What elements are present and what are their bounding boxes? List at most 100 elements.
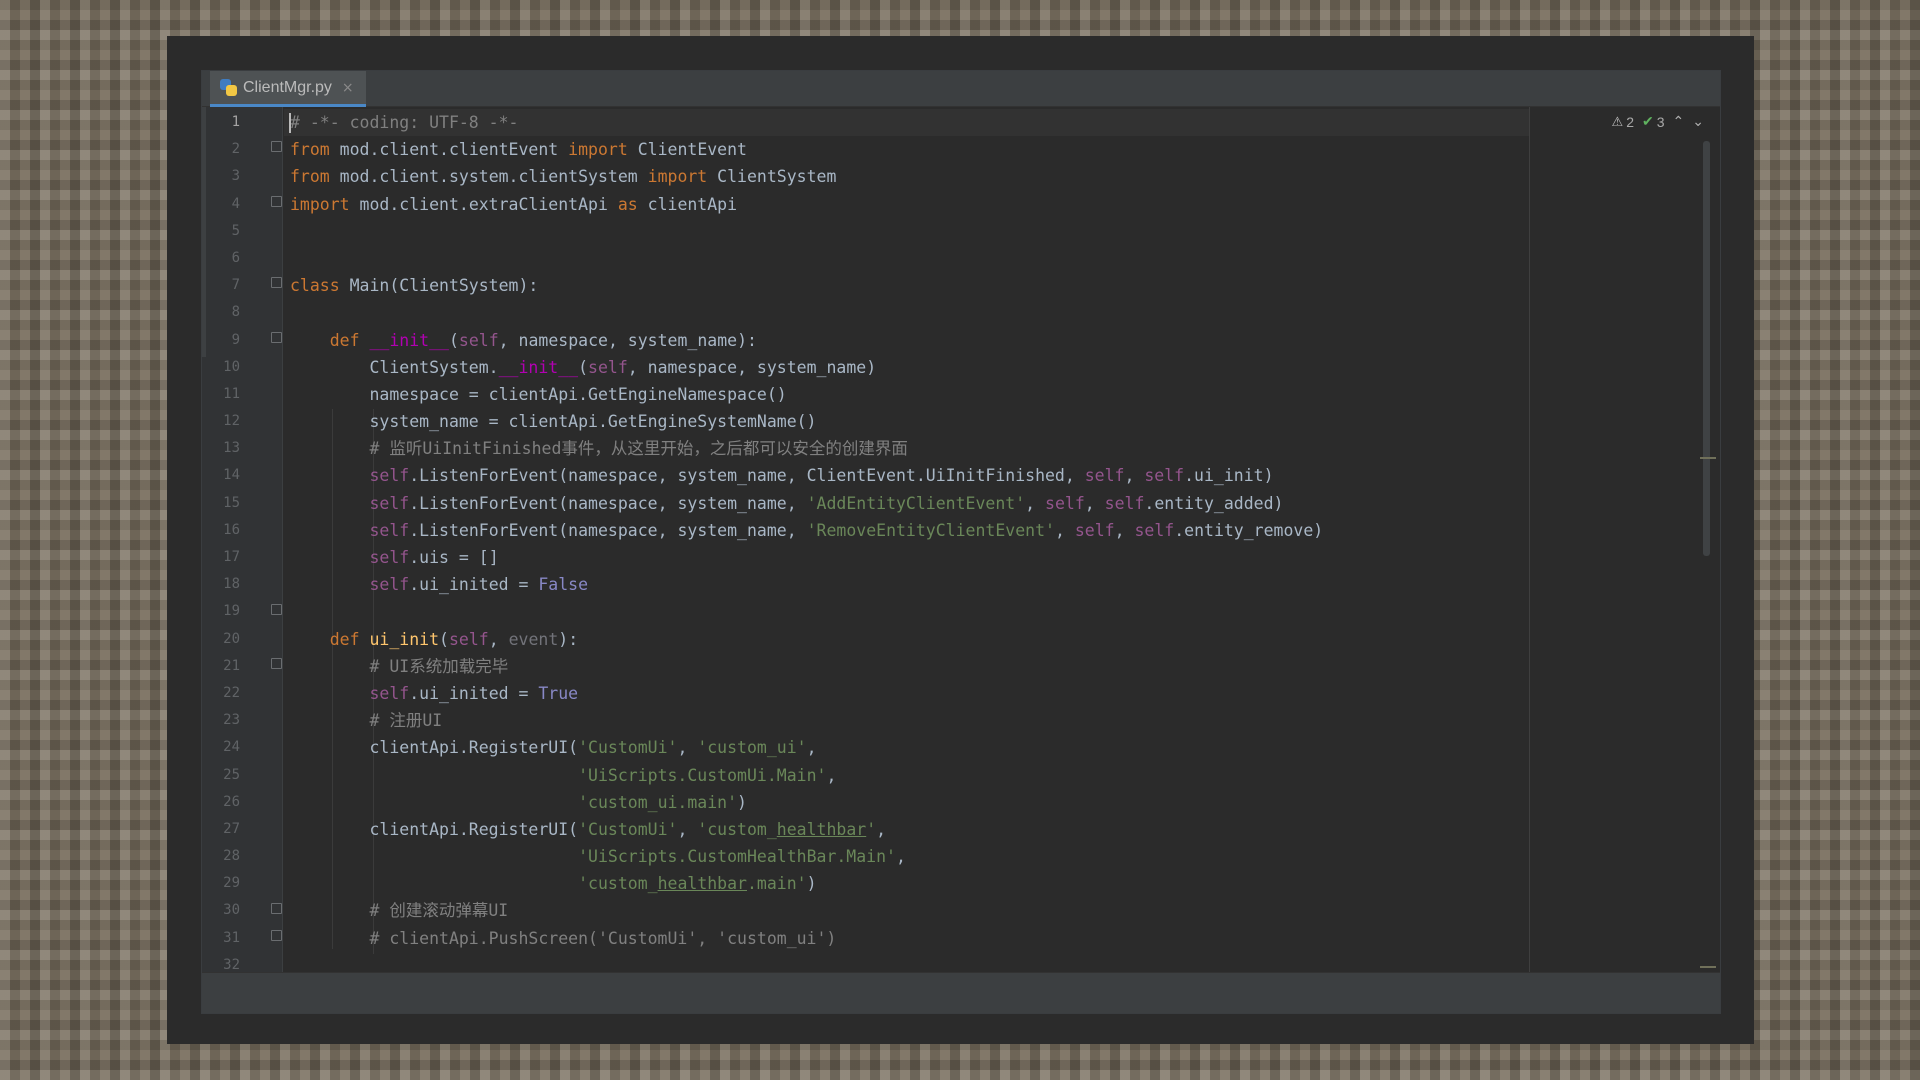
code-token: self [458, 330, 499, 350]
fold-marker-icon[interactable] [271, 930, 282, 941]
warning-icon: ⚠ [1611, 113, 1624, 129]
code-editor[interactable]: 1 2 3 4 5 6 7 8 9 10 11 12 13 14 15 16 17 18 19 20 21 22 23 24 2… [202, 107, 1720, 974]
code-line[interactable] [284, 299, 1720, 326]
chevron-down-icon[interactable]: ⌄ [1692, 113, 1704, 130]
horizontal-scroll-area [202, 972, 1720, 1013]
tab-clientmgr-py[interactable]: ClientMgr.py × [210, 71, 366, 107]
checks-count[interactable]: ✔ 3 [1642, 113, 1665, 130]
code-token: healthbar [657, 874, 747, 894]
text-caret [289, 113, 291, 133]
code-area[interactable]: # -*- coding: UTF-8 -*- from mod.client.c… [284, 109, 1720, 974]
code-token: ( [578, 357, 589, 377]
fold-marker-icon[interactable] [271, 903, 282, 914]
code-line[interactable] [284, 245, 1720, 272]
code-line[interactable]: namespace = clientApi.GetEngineNamespace… [284, 381, 1720, 408]
code-line[interactable]: # -*- coding: UTF-8 -*- [284, 109, 1720, 136]
fold-marker-icon[interactable] [271, 604, 282, 615]
fold-marker-icon[interactable] [271, 658, 282, 669]
code-line[interactable]: # 注册UI [284, 707, 1720, 734]
code-token: , [488, 629, 509, 649]
line-number: 23 [223, 712, 240, 729]
code-token: as [617, 194, 638, 214]
code-line[interactable]: # UI系统加载完毕 [284, 653, 1720, 680]
code-token: import [647, 167, 708, 187]
error-stripe-marker[interactable] [1700, 966, 1716, 968]
line-number-gutter: 1 2 3 4 5 6 7 8 9 10 11 12 13 14 15 16 17 18 19 20 21 22 23 24 2… [202, 107, 283, 973]
code-token: , [806, 738, 817, 758]
code-line[interactable]: from mod.client.clientEvent import Clien… [284, 136, 1720, 163]
line-number: 11 [223, 385, 240, 402]
code-line[interactable]: import mod.client.extraClientApi as clie… [284, 191, 1720, 218]
code-line[interactable]: self.ListenForEvent(namespace, system_na… [284, 517, 1720, 544]
code-line[interactable]: # 创建滚动弹幕UI [284, 897, 1720, 924]
code-line[interactable]: self.ListenForEvent(namespace, system_na… [284, 490, 1720, 517]
right-margin-guide [1529, 107, 1530, 972]
fold-marker-icon[interactable] [271, 277, 282, 288]
code-line[interactable]: # 监听UiInitFinished事件，从这里开始，之后都可以安全的创建界面 [284, 435, 1720, 462]
code-line[interactable]: self.ListenForEvent(namespace, system_na… [284, 462, 1720, 489]
code-line[interactable]: # clientApi.PushScreen('CustomUi', 'cust… [284, 925, 1720, 952]
code-token: self [369, 548, 410, 567]
code-line[interactable]: self.ui_inited = True [284, 680, 1720, 707]
code-line[interactable]: 'custom_healthbar.main') [284, 870, 1720, 897]
code-line[interactable]: def ui_init(self, event): [284, 626, 1720, 653]
close-icon[interactable]: × [342, 80, 354, 96]
code-line[interactable]: 'UiScripts.CustomHealthBar.Main', [284, 843, 1720, 870]
code-token: def [329, 330, 360, 350]
code-line[interactable]: clientApi.RegisterUI('CustomUi', 'custom… [284, 734, 1720, 761]
code-token: 'UiScripts.CustomUi.Main' [578, 765, 827, 785]
inspection-widget[interactable]: ⚠ 2 ✔ 3 ⌃ ⌄ [1612, 113, 1704, 130]
code-token: self [1074, 520, 1115, 540]
line-number: 12 [223, 413, 240, 430]
code-line[interactable]: self.uis = [] [284, 544, 1720, 571]
code-line[interactable]: clientApi.RegisterUI('CustomUi', 'custom… [284, 816, 1720, 843]
tab-filename: ClientMgr.py [243, 78, 332, 96]
code-line[interactable]: class Main(ClientSystem): [284, 272, 1720, 299]
code-token: # 创建滚动弹幕UI [290, 901, 509, 921]
code-line[interactable]: system_name = clientApi.GetEngineSystemN… [284, 408, 1720, 435]
code-token: clientApi.RegisterUI( [290, 738, 579, 758]
code-token: , [1025, 493, 1046, 513]
chevron-up-icon[interactable]: ⌃ [1673, 113, 1685, 130]
code-token: clientApi [637, 194, 738, 214]
code-line[interactable] [284, 598, 1720, 625]
code-token: , [826, 765, 837, 785]
line-number: 28 [223, 848, 240, 865]
code-token: 'AddEntityClientEvent' [806, 493, 1026, 513]
fold-marker-icon[interactable] [271, 332, 282, 343]
code-lines[interactable]: # -*- coding: UTF-8 -*- from mod.client.c… [284, 109, 1720, 979]
code-token: , [1084, 493, 1105, 513]
fold-marker-icon[interactable] [271, 141, 282, 152]
code-token: ( [439, 629, 449, 649]
code-line[interactable]: def __init__(self, namespace, system_nam… [284, 327, 1720, 354]
line-number: 6 [231, 249, 240, 266]
line-number: 5 [231, 222, 240, 239]
code-token: 'CustomUi' [578, 819, 678, 839]
code-line[interactable]: 'custom_ui.main') [284, 789, 1720, 816]
code-line[interactable] [284, 218, 1720, 245]
code-line[interactable]: ClientSystem.__init__(self, namespace, s… [284, 354, 1720, 381]
code-token: ClientSystem [707, 167, 837, 187]
code-token: from [290, 167, 330, 187]
code-token: ) [737, 792, 747, 812]
code-line[interactable]: from mod.client.system.clientSystem impo… [284, 163, 1720, 190]
code-token: mod.client.extraClientApi [349, 194, 618, 214]
code-line[interactable]: 'UiScripts.CustomUi.Main', [284, 762, 1720, 789]
code-token: .ui_inited = [409, 575, 539, 595]
line-number: 29 [223, 875, 240, 892]
fold-marker-icon[interactable] [271, 196, 282, 207]
code-token: 'custom_ [578, 874, 658, 894]
code-token: mod.client.clientEvent [329, 140, 569, 160]
code-token: , [1124, 466, 1145, 486]
error-stripe-marker[interactable] [1700, 457, 1716, 459]
line-number: 25 [223, 766, 240, 783]
line-number: 27 [223, 820, 240, 837]
code-token: .ListenForEvent(namespace, system_name, … [409, 466, 1085, 486]
warnings-count[interactable]: ⚠ 2 [1612, 114, 1634, 130]
line-number: 9 [231, 331, 240, 348]
code-line[interactable]: self.ui_inited = False [284, 571, 1720, 598]
vertical-scrollbar[interactable] [1703, 141, 1710, 556]
code-token: 'custom_ui.main' [578, 792, 738, 812]
